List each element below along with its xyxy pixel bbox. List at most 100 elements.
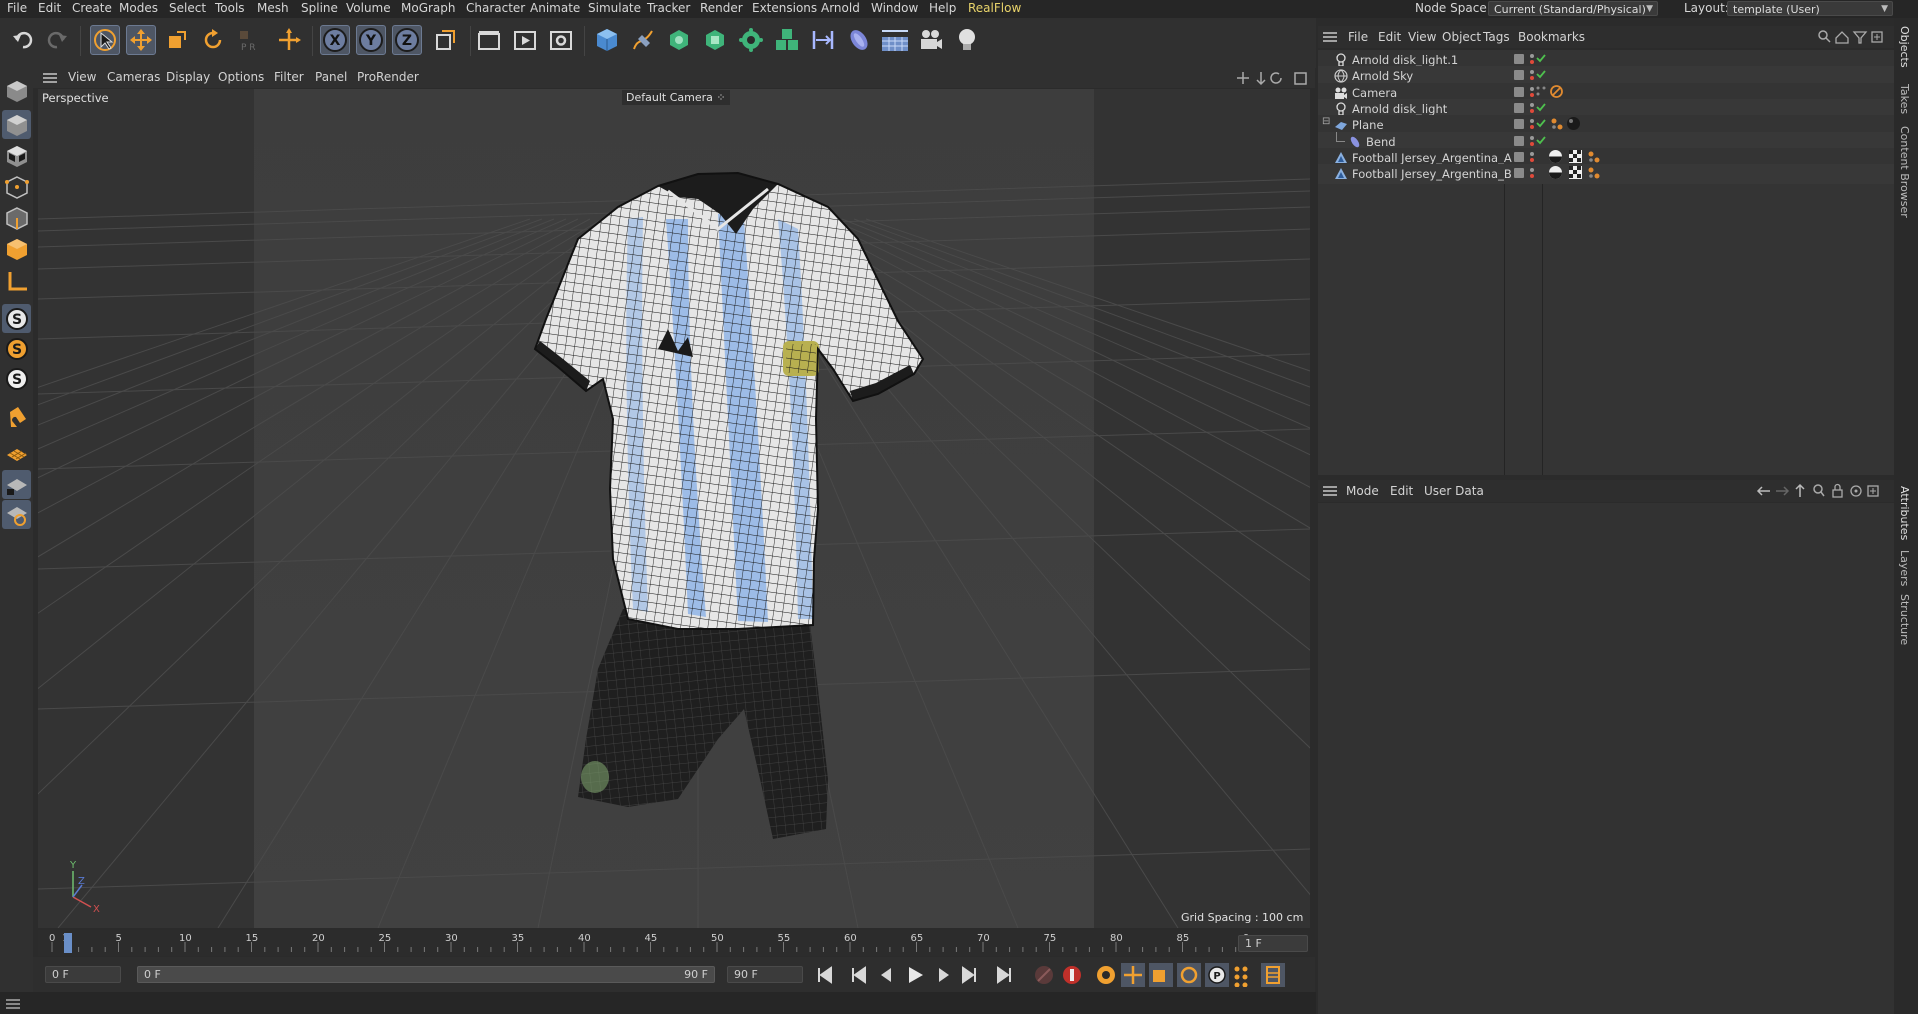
menu-edit[interactable]: Edit: [38, 1, 61, 15]
visibility-dots-icon[interactable]: [1528, 101, 1536, 115]
node-space-dropdown[interactable]: Current (Standard/Physical) ▼: [1488, 1, 1658, 16]
enabled-check-icon[interactable]: [1536, 118, 1546, 128]
tab-attributes[interactable]: Attributes: [1898, 486, 1911, 540]
light-create-button[interactable]: [952, 25, 982, 55]
texture-mode-button[interactable]: [2, 141, 31, 170]
tab-structure[interactable]: Structure: [1898, 594, 1911, 645]
material-sphere-icon[interactable]: [1548, 149, 1563, 164]
key-position-button[interactable]: [1121, 963, 1145, 987]
enabled-check-icon[interactable]: [1536, 53, 1546, 63]
tab-layers[interactable]: Layers: [1898, 550, 1911, 586]
menu-file[interactable]: File: [7, 1, 27, 15]
lock-z-axis-button[interactable]: Z: [392, 25, 422, 55]
viewport-menu-prorender[interactable]: ProRender: [357, 70, 419, 84]
play-button[interactable]: [909, 967, 923, 983]
visibility-dots-icon[interactable]: [1528, 150, 1536, 164]
keyframe-selection-button[interactable]: [1097, 966, 1115, 984]
cube-primitive-button[interactable]: [592, 25, 622, 55]
om-menu-bookmarks[interactable]: Bookmarks: [1518, 30, 1585, 44]
om-menu-view[interactable]: View: [1408, 30, 1436, 44]
menu-tools[interactable]: Tools: [215, 1, 245, 15]
menu-modes[interactable]: Modes: [119, 1, 158, 15]
viewport-menu-view[interactable]: View: [68, 70, 96, 84]
snap-button[interactable]: S: [2, 304, 31, 333]
checker-texture-tag-icon[interactable]: [1568, 149, 1583, 164]
perspective-viewport[interactable]: Y Z X Perspective Default Camera ⁘ Grid …: [38, 89, 1310, 928]
om-menu-tags[interactable]: Tags: [1483, 30, 1510, 44]
om-header-icons[interactable]: [1816, 29, 1892, 45]
viewport-menu-display[interactable]: Display: [166, 70, 210, 84]
edge-mode-button[interactable]: [2, 203, 31, 232]
key-point-level-button[interactable]: [1234, 966, 1248, 988]
mograph-cloner-button[interactable]: [736, 25, 766, 55]
viewport-menu-options[interactable]: Options: [218, 70, 264, 84]
tab-content-browser[interactable]: Content Browser: [1898, 126, 1911, 218]
field-button[interactable]: [844, 25, 874, 55]
subdivision-surface-button[interactable]: [664, 25, 694, 55]
viewport-menu-cameras[interactable]: Cameras: [107, 70, 160, 84]
menu-character[interactable]: Character: [466, 1, 525, 15]
layer-swatch[interactable]: [1514, 86, 1524, 97]
timeline-ruler[interactable]: 0151015202530354045505560657075808590 1 …: [38, 930, 1310, 956]
camera-create-button[interactable]: [916, 25, 946, 55]
previous-frame-button[interactable]: [881, 968, 891, 982]
am-header-icons[interactable]: [1756, 483, 1892, 499]
layer-swatch[interactable]: [1514, 151, 1524, 162]
render-settings-button[interactable]: [546, 25, 576, 55]
tab-takes[interactable]: Takes: [1898, 84, 1911, 114]
tab-objects[interactable]: Objects: [1898, 26, 1911, 68]
visibility-dots-icon[interactable]: [1528, 134, 1536, 148]
viewport-nav-icons[interactable]: [1235, 70, 1311, 86]
coordinate-system-button[interactable]: [430, 25, 460, 55]
snap-settings-button[interactable]: S: [2, 334, 31, 363]
enabled-check-icon[interactable]: [1536, 102, 1546, 112]
am-menu-edit[interactable]: Edit: [1390, 484, 1413, 498]
scale-tool-button[interactable]: [162, 25, 192, 55]
previous-key-button[interactable]: [852, 966, 866, 984]
make-editable-button[interactable]: [2, 76, 31, 105]
go-to-start-button[interactable]: [813, 963, 837, 987]
floor-environment-button[interactable]: [880, 25, 910, 55]
live-selection-button[interactable]: [90, 25, 120, 55]
key-scale-button[interactable]: [1149, 963, 1173, 987]
enabled-check-icon[interactable]: [1536, 69, 1546, 79]
menu-render[interactable]: Render: [700, 1, 743, 15]
layer-swatch[interactable]: [1514, 54, 1524, 64]
hamburger-menu-icon[interactable]: [1323, 486, 1337, 496]
layout-dropdown[interactable]: template (User) ▼: [1727, 1, 1893, 16]
menu-help[interactable]: Help: [929, 1, 956, 15]
am-menu-mode[interactable]: Mode: [1346, 484, 1379, 498]
menu-arnold[interactable]: Arnold: [821, 1, 860, 15]
menu-volume[interactable]: Volume: [346, 1, 391, 15]
point-mode-button[interactable]: [2, 172, 31, 201]
viewport-menu-panel[interactable]: Panel: [315, 70, 347, 84]
menu-select[interactable]: Select: [169, 1, 206, 15]
hamburger-menu-icon[interactable]: [1323, 32, 1337, 42]
world-coordinates-button[interactable]: [274, 25, 304, 55]
move-tool-button[interactable]: [126, 25, 156, 55]
rotate-tool-button[interactable]: [198, 25, 228, 55]
pen-spline-button[interactable]: [628, 25, 658, 55]
record-disabled-button[interactable]: [1035, 966, 1053, 984]
undo-button[interactable]: [8, 25, 38, 55]
array-cubes-button[interactable]: [772, 25, 802, 55]
frame-step-field[interactable]: 1 F: [1238, 935, 1308, 952]
model-mode-button[interactable]: [2, 110, 31, 139]
visibility-dots-icon[interactable]: [1528, 117, 1536, 131]
enabled-check-icon[interactable]: [1536, 135, 1546, 145]
menu-create[interactable]: Create: [72, 1, 112, 15]
camera-selector[interactable]: Default Camera ⁘: [622, 90, 730, 105]
om-menu-object[interactable]: Object: [1442, 30, 1481, 44]
lock-y-axis-button[interactable]: Y: [356, 25, 386, 55]
recent-tools-button[interactable]: P R: [234, 25, 264, 55]
layer-swatch[interactable]: [1514, 135, 1524, 146]
object-row[interactable]: Football Jersey_Argentina_B: [1318, 164, 1894, 185]
menu-extensions[interactable]: Extensions: [752, 1, 817, 15]
menu-mograph[interactable]: MoGraph: [401, 1, 456, 15]
visibility-dots-icon[interactable]: [1528, 85, 1536, 99]
hamburger-menu-icon[interactable]: [6, 999, 20, 1009]
render-region-button[interactable]: [474, 25, 504, 55]
visibility-dots-icon[interactable]: [1528, 68, 1536, 82]
key-parameter-button[interactable]: P: [1205, 963, 1229, 987]
key-rotation-button[interactable]: [1177, 963, 1201, 987]
